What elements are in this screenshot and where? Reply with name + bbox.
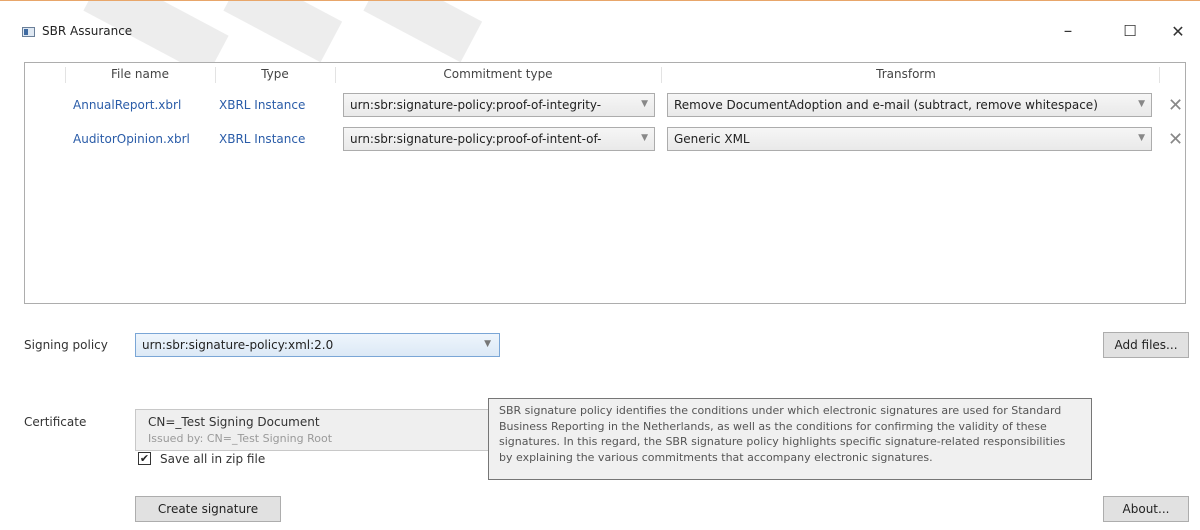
table-row[interactable]: AnnualReport.xbrl XBRL Instance urn:sbr:…: [25, 90, 1185, 120]
dropdown-arrow-icon: ▼: [1138, 99, 1145, 109]
maximize-button[interactable]: ☐: [1110, 17, 1150, 45]
commitment-type-value: urn:sbr:signature-policy:proof-of-intent…: [350, 132, 602, 146]
file-name-cell[interactable]: AnnualReport.xbrl: [73, 98, 181, 112]
file-grid[interactable]: File name Type Commitment type Transform…: [24, 62, 1186, 304]
about-button[interactable]: About...: [1103, 496, 1189, 522]
checkmark-icon: ✔: [139, 452, 150, 465]
transform-dropdown[interactable]: Remove DocumentAdoption and e-mail (subt…: [667, 93, 1152, 117]
commitment-type-value: urn:sbr:signature-policy:proof-of-integr…: [350, 98, 602, 112]
certificate-label: Certificate: [24, 415, 87, 429]
signing-policy-tooltip: SBR signature policy identifies the cond…: [488, 398, 1092, 480]
commitment-type-dropdown[interactable]: urn:sbr:signature-policy:proof-of-integr…: [343, 93, 655, 117]
transform-dropdown[interactable]: Generic XML ▼: [667, 127, 1152, 151]
certificate-name: CN=_Test Signing Document: [148, 415, 320, 429]
create-signature-button[interactable]: Create signature: [135, 496, 281, 522]
file-type-cell: XBRL Instance: [219, 98, 306, 112]
certificate-selector[interactable]: CN=_Test Signing Document Issued by: CN=…: [135, 409, 490, 451]
remove-row-icon[interactable]: ✕: [1168, 95, 1183, 116]
file-name-cell[interactable]: AuditorOpinion.xbrl: [73, 132, 190, 146]
signing-policy-value: urn:sbr:signature-policy:xml:2.0: [142, 338, 334, 352]
column-header-file-name[interactable]: File name: [65, 67, 215, 83]
table-row[interactable]: AuditorOpinion.xbrl XBRL Instance urn:sb…: [25, 124, 1185, 154]
dropdown-arrow-icon: ▼: [641, 133, 648, 143]
dropdown-arrow-icon: ▼: [641, 99, 648, 109]
save-zip-label[interactable]: Save all in zip file: [160, 452, 265, 466]
grid-header: File name Type Commitment type Transform: [25, 63, 1185, 87]
transform-value: Remove DocumentAdoption and e-mail (subt…: [674, 98, 1098, 112]
column-header-transform[interactable]: Transform: [661, 67, 1151, 83]
close-window-button[interactable]: ✕: [1158, 17, 1198, 45]
file-type-cell: XBRL Instance: [219, 132, 306, 146]
dropdown-arrow-icon: ▼: [484, 339, 491, 349]
title-bar: SBR Assurance – ☐ ✕: [0, 0, 1200, 58]
certificate-issuer: Issued by: CN=_Test Signing Root: [148, 432, 333, 445]
dropdown-arrow-icon: ▼: [1138, 133, 1145, 143]
minimize-button[interactable]: –: [1048, 17, 1088, 45]
column-separator: [1159, 67, 1160, 83]
signing-policy-dropdown[interactable]: urn:sbr:signature-policy:xml:2.0 ▼: [135, 333, 500, 357]
column-header-commitment-type[interactable]: Commitment type: [335, 67, 661, 83]
commitment-type-dropdown[interactable]: urn:sbr:signature-policy:proof-of-intent…: [343, 127, 655, 151]
add-files-button[interactable]: Add files...: [1103, 332, 1189, 358]
app-window-icon: [22, 27, 35, 37]
tooltip-text: SBR signature policy identifies the cond…: [499, 404, 1066, 464]
column-header-type[interactable]: Type: [215, 67, 335, 83]
save-zip-checkbox[interactable]: ✔: [138, 452, 151, 465]
remove-row-icon[interactable]: ✕: [1168, 129, 1183, 150]
transform-value: Generic XML: [674, 132, 750, 146]
window-title: SBR Assurance: [42, 24, 133, 38]
signing-policy-label: Signing policy: [24, 338, 108, 352]
